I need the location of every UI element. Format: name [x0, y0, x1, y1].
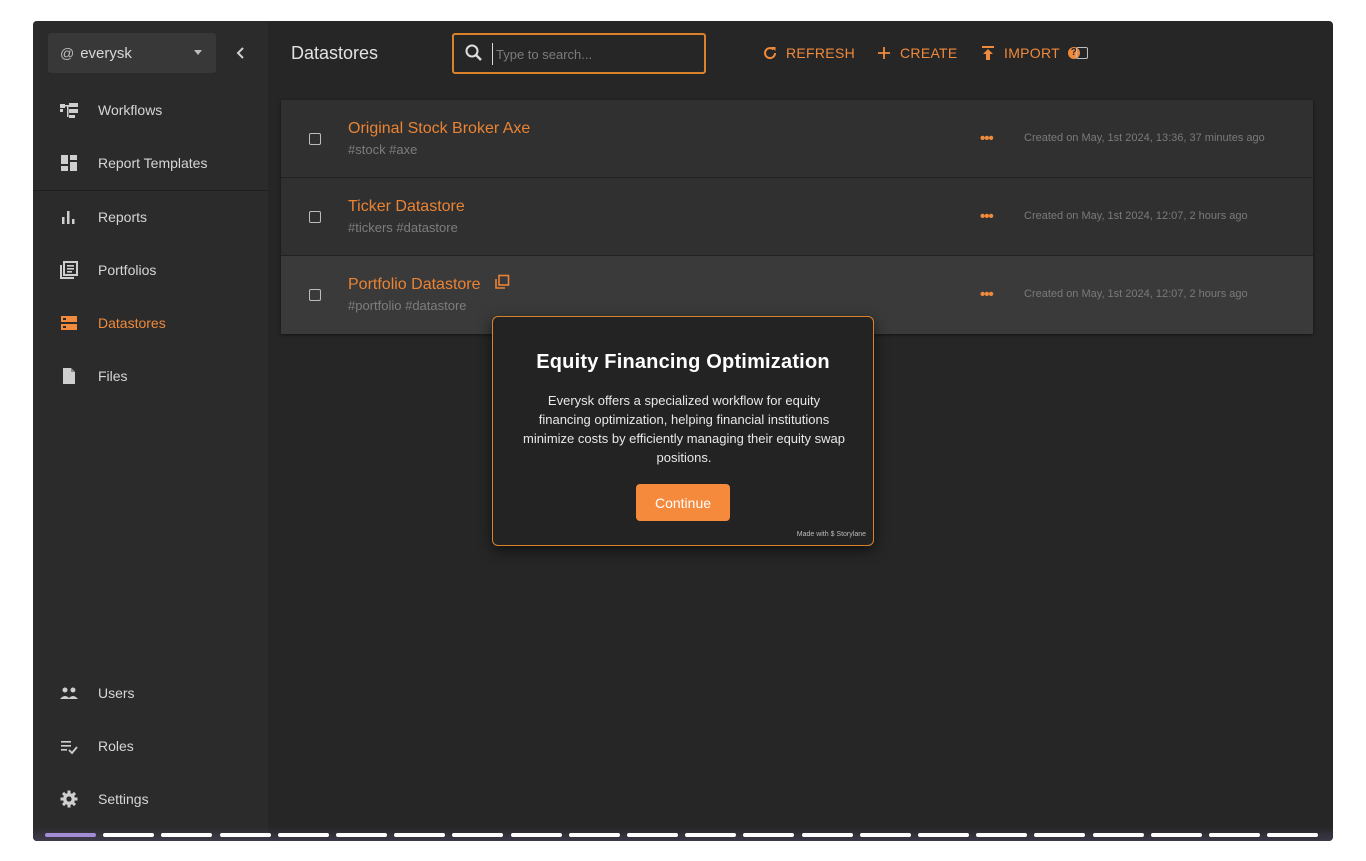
datastore-tags: #tickers #datastore	[348, 220, 458, 235]
gear-icon	[60, 790, 78, 808]
progress-segment	[510, 833, 562, 837]
sidebar-item-label: Datastores	[98, 315, 166, 331]
org-name: everysk	[80, 44, 132, 62]
progress-segment	[103, 833, 155, 837]
progress-segment	[627, 833, 678, 837]
sidebar-divider	[33, 190, 268, 191]
bar-chart-icon	[62, 211, 75, 224]
plus-icon	[878, 47, 890, 59]
create-button[interactable]: CREATE	[876, 43, 958, 63]
sidebar-item-files[interactable]: Files	[33, 354, 268, 398]
datastore-title[interactable]: Original Stock Broker Axe	[348, 120, 530, 138]
progress-segment	[918, 833, 969, 837]
datastore-title[interactable]: Portfolio Datastore	[348, 276, 481, 294]
row-checkbox[interactable]	[309, 289, 321, 301]
sidebar-item-portfolios[interactable]: Portfolios	[33, 248, 268, 292]
progress-segment	[45, 833, 96, 837]
progress-segment	[161, 833, 213, 837]
progress-segment	[277, 833, 329, 837]
progress-segment	[568, 833, 620, 837]
storylane-credit[interactable]: Made with $ Storylane	[797, 531, 866, 538]
created-date: Created on May, 1st 2024, 13:36, 37 minu…	[1024, 132, 1265, 144]
page-title: Datastores	[291, 43, 379, 63]
tour-modal: Equity Financing Optimization Everysk of…	[492, 316, 874, 546]
progress-segment	[801, 833, 853, 837]
progress-segment	[1150, 833, 1202, 837]
more-options-icon[interactable]: •••	[980, 208, 994, 225]
continue-button[interactable]: Continue	[636, 484, 730, 521]
progress-segment	[1092, 833, 1144, 837]
search-icon	[465, 44, 482, 61]
sidebar-item-label: Report Templates	[98, 155, 208, 171]
app-window: @ everysk Workflows Report Templates Rep…	[33, 21, 1333, 841]
progress-segment	[859, 833, 911, 837]
progress-segment	[743, 833, 795, 837]
import-button[interactable]: IMPORT ?	[980, 43, 1080, 63]
collapse-sidebar-icon[interactable]	[231, 43, 251, 63]
dashboard-icon	[61, 155, 77, 171]
modal-title: Equity Financing Optimization	[536, 351, 830, 373]
sidebar-item-label: Settings	[98, 791, 149, 807]
datastore-list: Original Stock Broker Axe #stock #axe ••…	[281, 100, 1313, 334]
progress-segment	[219, 833, 271, 837]
row-checkbox[interactable]	[309, 133, 321, 145]
datastore-title[interactable]: Ticker Datastore	[348, 198, 465, 216]
created-date: Created on May, 1st 2024, 12:07, 2 hours…	[1024, 210, 1248, 222]
modal-body: Everysk offers a specialized workflow fo…	[522, 393, 846, 465]
sidebar-item-label: Reports	[98, 209, 148, 225]
copy-icon[interactable]	[494, 274, 510, 290]
chevron-down-icon	[194, 50, 202, 55]
sidebar-item-settings[interactable]: Settings	[33, 777, 268, 821]
datastore-tags: #portfolio #datastore	[348, 298, 467, 313]
progress-segment	[336, 833, 387, 837]
org-selector[interactable]: @ everysk	[48, 33, 216, 73]
more-options-icon[interactable]: •••	[980, 130, 994, 147]
sidebar: @ everysk Workflows Report Templates Rep…	[33, 21, 268, 841]
select-all-checkbox[interactable]	[1076, 47, 1088, 59]
sidebar-item-label: Workflows	[98, 102, 163, 118]
sidebar-item-report-templates[interactable]: Report Templates	[33, 141, 268, 185]
header-toolbar: Datastores REFRESH CREATE	[268, 21, 1333, 87]
progress-segment	[1209, 833, 1260, 837]
org-at-symbol: @	[60, 45, 75, 61]
more-options-icon[interactable]: •••	[980, 286, 994, 303]
create-label: CREATE	[900, 45, 958, 61]
search-box[interactable]	[452, 33, 706, 74]
created-date: Created on May, 1st 2024, 12:07, 2 hours…	[1024, 288, 1248, 300]
sidebar-item-label: Portfolios	[98, 262, 157, 278]
sidebar-item-reports[interactable]: Reports	[33, 195, 268, 239]
row-checkbox[interactable]	[309, 211, 321, 223]
progress-segment	[394, 833, 446, 837]
progress-segment	[1034, 833, 1086, 837]
tour-progress-bar	[33, 827, 1333, 841]
list-item[interactable]: Original Stock Broker Axe #stock #axe ••…	[281, 100, 1313, 178]
users-icon	[60, 687, 78, 699]
list-item[interactable]: Ticker Datastore #tickers #datastore •••…	[281, 178, 1313, 256]
sidebar-item-roles[interactable]: Roles	[33, 724, 268, 768]
progress-segment	[976, 833, 1028, 837]
sidebar-item-label: Files	[98, 368, 128, 384]
progress-segment	[685, 833, 737, 837]
refresh-label: REFRESH	[786, 45, 855, 61]
checklist-icon	[61, 741, 78, 755]
import-label: IMPORT	[1004, 45, 1060, 61]
refresh-icon	[764, 47, 777, 60]
upload-icon	[982, 46, 994, 60]
sidebar-item-workflows[interactable]: Workflows	[33, 88, 268, 132]
datastore-tags: #stock #axe	[348, 142, 418, 157]
file-icon	[63, 368, 75, 384]
sidebar-item-label: Roles	[98, 738, 134, 754]
progress-segment	[1267, 833, 1319, 837]
refresh-button[interactable]: REFRESH	[762, 43, 855, 63]
sidebar-item-users[interactable]: Users	[33, 671, 268, 715]
sidebar-item-label: Users	[98, 685, 135, 701]
progress-segment	[452, 833, 504, 837]
storage-icon	[61, 316, 77, 330]
search-input[interactable]	[492, 43, 697, 65]
sidebar-item-datastores[interactable]: Datastores	[33, 301, 268, 345]
library-icon	[60, 261, 78, 279]
workflow-icon	[60, 103, 78, 118]
